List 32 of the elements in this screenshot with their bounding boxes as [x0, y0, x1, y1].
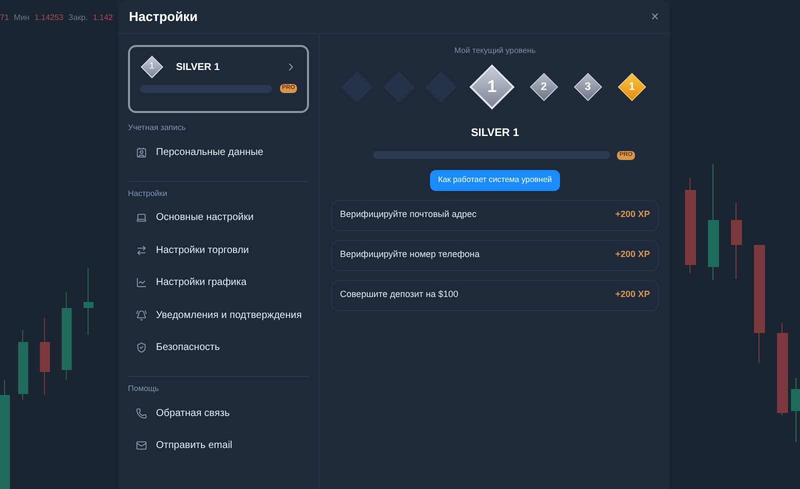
- level-name: SILVER 1: [470, 126, 520, 141]
- sidebar-item[interactable]: Обратная связь: [128, 397, 309, 430]
- price-label: Закр.: [68, 12, 88, 24]
- section-heading: Настройки: [128, 188, 168, 200]
- section-heading: Помощь: [128, 383, 160, 395]
- xp-reward: +200 XP: [615, 208, 650, 222]
- xp-reward: +200 XP: [615, 288, 650, 302]
- level-name: SILVER 1: [176, 60, 221, 74]
- level-badge: 2: [530, 72, 558, 102]
- level-badge: 3: [574, 72, 602, 102]
- task-label: Верифицируйте почтовый адрес: [340, 208, 477, 222]
- xp-reward: +200 XP: [615, 248, 650, 262]
- current-level-badge: 1: [469, 64, 515, 110]
- sidebar-item[interactable]: Настройки торговли: [128, 234, 309, 266]
- sidebar-item[interactable]: Персональные данные: [128, 136, 309, 168]
- level-caption: Мой текущий уровень: [454, 45, 536, 57]
- task-label: Совершите депозит на $100: [340, 288, 458, 302]
- price-value: 71: [0, 12, 9, 24]
- price-label: Мин: [14, 12, 30, 24]
- price-value: 1.142: [92, 12, 113, 24]
- sidebar-item[interactable]: Основные настройки: [128, 202, 309, 234]
- sidebar-item[interactable]: Безопасность: [128, 332, 309, 364]
- price-value: 1.14253: [34, 12, 64, 24]
- sidebar-item[interactable]: Уведомления и подтверждения: [128, 299, 309, 332]
- premium-level-badge: 1: [618, 72, 646, 102]
- section-heading: Учетная запись: [128, 122, 187, 134]
- task-label: Верифицируйте номер телефона: [340, 248, 480, 262]
- dialog-title: Настройки: [129, 8, 198, 26]
- close-button[interactable]: ×: [650, 6, 659, 27]
- sidebar-item[interactable]: Отправить email: [128, 430, 309, 462]
- sidebar-item[interactable]: Настройки графика: [128, 266, 309, 299]
- level-number: 1: [149, 60, 154, 74]
